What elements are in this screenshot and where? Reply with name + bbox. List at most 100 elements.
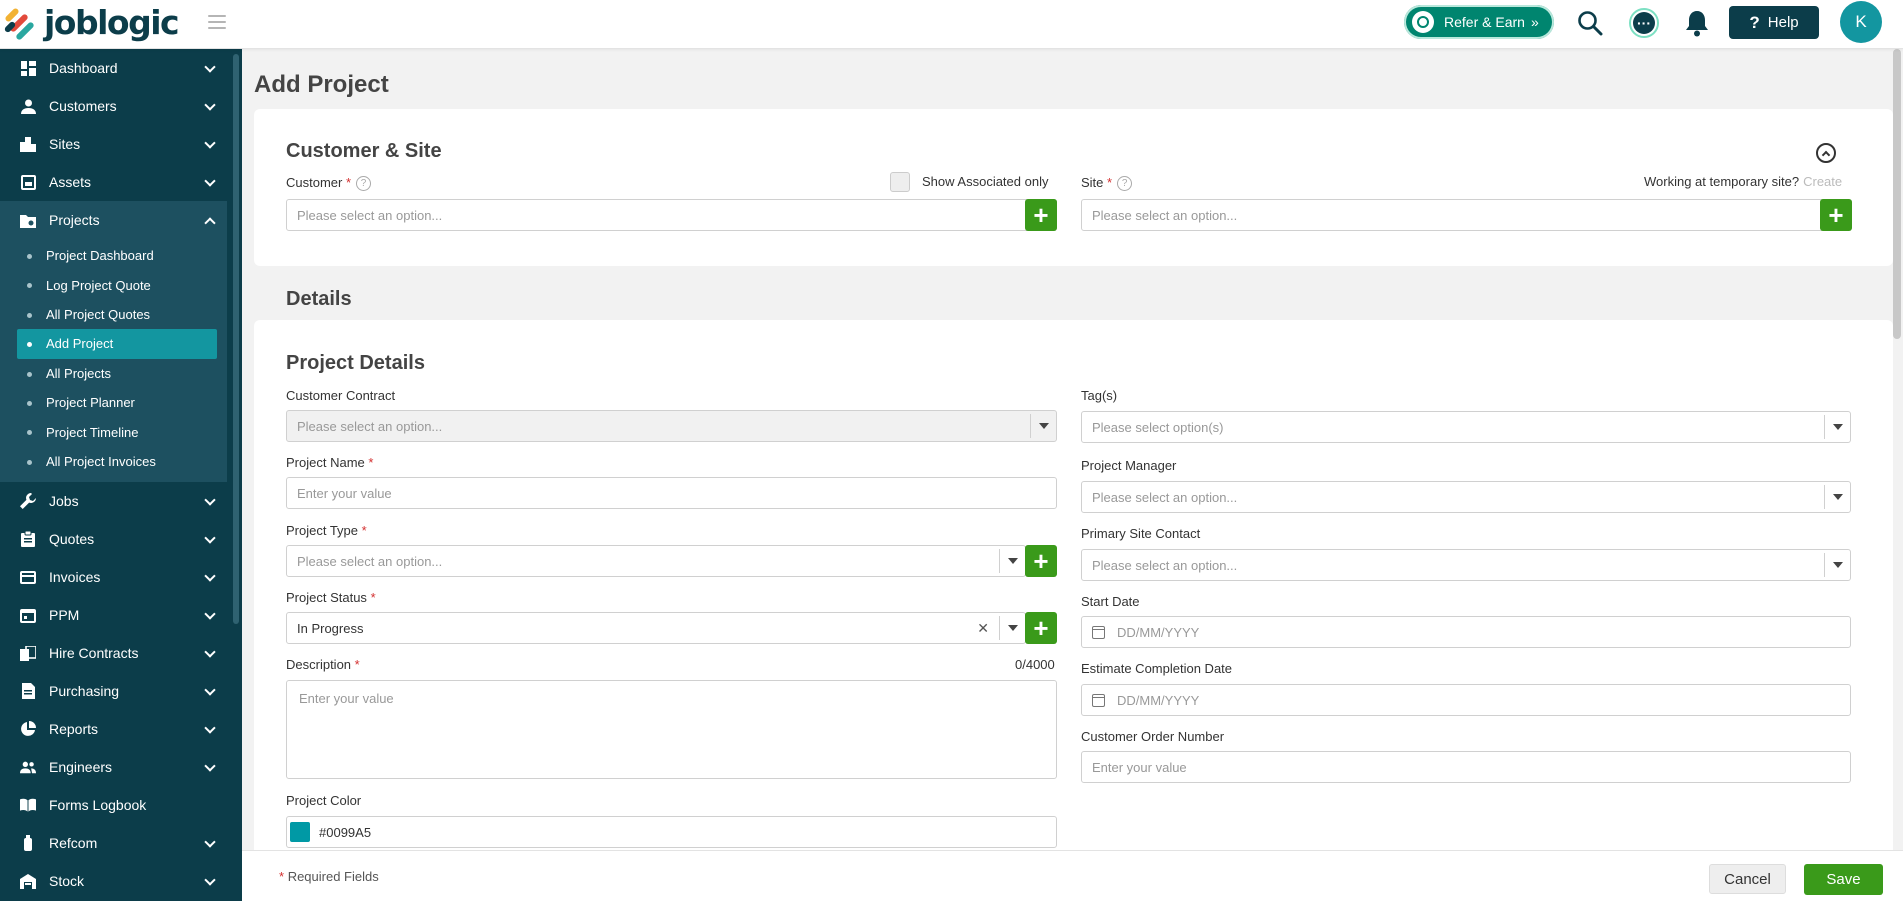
save-button[interactable]: Save: [1804, 864, 1883, 895]
search-icon[interactable]: [1573, 6, 1607, 40]
description-counter: 0/4000: [1015, 657, 1055, 672]
sidebar-item-engineers[interactable]: Engineers: [0, 748, 242, 786]
help-circle-icon[interactable]: ?: [356, 176, 372, 191]
caret-down-icon[interactable]: [1824, 485, 1850, 509]
show-associated-checkbox[interactable]: [890, 172, 910, 192]
chevron-down-icon: [204, 99, 216, 111]
sidebar-subitem-log-project-quote[interactable]: Log Project Quote: [17, 270, 217, 299]
notification-bell-icon[interactable]: [1680, 6, 1714, 40]
sidebar-item-invoices[interactable]: Invoices: [0, 558, 242, 596]
customer-select[interactable]: Please select an option...: [286, 199, 1057, 231]
chevron-down-icon: [204, 532, 216, 544]
primary-site-contact-select[interactable]: Please select an option...: [1081, 549, 1851, 581]
sidebar-item-ppm[interactable]: PPM: [0, 596, 242, 634]
refer-icon: [1412, 11, 1434, 33]
main-content: Add Project Customer & Site Customer *? …: [242, 49, 1903, 901]
project-name-input[interactable]: Enter your value: [286, 477, 1057, 509]
sidebar-item-label: Stock: [49, 873, 85, 890]
project-color-label: Project Color: [286, 793, 362, 808]
sidebar-item-dashboard[interactable]: Dashboard: [0, 49, 242, 87]
add-site-button[interactable]: +: [1820, 199, 1852, 231]
pie-chart-icon: [20, 721, 36, 737]
calendar-icon[interactable]: [1092, 625, 1105, 639]
customer-contract-select[interactable]: Please select an option...: [286, 410, 1057, 442]
projects-icon: [20, 212, 36, 228]
estimate-completion-label: Estimate Completion Date: [1081, 661, 1233, 676]
sidebar-subitem-all-projects[interactable]: All Projects: [17, 359, 217, 388]
sidebar-item-label: Invoices: [49, 569, 101, 586]
caret-down-icon[interactable]: [999, 549, 1025, 573]
page-scrollbar[interactable]: [1893, 49, 1901, 339]
color-swatch[interactable]: [290, 822, 310, 842]
caret-down-icon[interactable]: [1824, 415, 1850, 439]
sidebar-item-label: Forms Logbook: [49, 797, 147, 814]
menu-toggle-icon[interactable]: [208, 15, 226, 29]
sidebar-item-customers[interactable]: Customers: [0, 87, 242, 125]
cancel-button[interactable]: Cancel: [1709, 864, 1786, 894]
description-textarea[interactable]: Enter your value: [286, 680, 1057, 779]
add-customer-button[interactable]: +: [1025, 199, 1057, 231]
project-manager-select[interactable]: Please select an option...: [1081, 481, 1851, 513]
user-avatar[interactable]: K: [1840, 1, 1882, 43]
sidebar-item-purchasing[interactable]: Purchasing: [0, 672, 242, 710]
joblogic-logo[interactable]: joblogic: [2, 3, 180, 43]
sidebar-subitem-project-timeline[interactable]: Project Timeline: [17, 417, 217, 446]
caret-down-icon[interactable]: [999, 616, 1025, 640]
double-chevron-right-icon: »: [1530, 14, 1539, 30]
help-label: Help: [1767, 14, 1799, 31]
help-circle-icon[interactable]: ?: [1117, 176, 1133, 191]
project-name-label: Project Name *: [286, 455, 374, 470]
project-status-select[interactable]: In Progress ✕: [286, 612, 1026, 644]
refer-and-earn-button[interactable]: Refer & Earn »: [1404, 5, 1554, 39]
tags-label: Tag(s): [1081, 388, 1118, 403]
hire-icon: [20, 645, 36, 661]
refer-label: Refer & Earn: [1444, 14, 1525, 30]
estimate-completion-input[interactable]: DD/MM/YYYY: [1081, 684, 1851, 716]
create-temporary-site-link[interactable]: Create: [1803, 174, 1842, 189]
chevron-down-icon: [204, 874, 216, 886]
add-project-status-button[interactable]: +: [1025, 612, 1057, 644]
project-color-input[interactable]: #0099A5: [286, 816, 1057, 848]
project-type-select[interactable]: Please select an option...: [286, 545, 1026, 577]
sidebar-item-quotes[interactable]: Quotes: [0, 520, 242, 558]
sidebar-item-forms-logbook[interactable]: Forms Logbook: [0, 786, 242, 824]
chevron-down-icon: [204, 646, 216, 658]
help-button[interactable]: ? Help: [1729, 6, 1819, 39]
chat-icon[interactable]: ···: [1627, 6, 1661, 40]
sidebar-item-assets[interactable]: Assets: [0, 163, 242, 201]
sidebar-item-reports[interactable]: Reports: [0, 710, 242, 748]
start-date-label: Start Date: [1081, 594, 1140, 609]
dashboard-icon: [20, 60, 36, 76]
start-date-input[interactable]: DD/MM/YYYY: [1081, 616, 1851, 648]
tags-select[interactable]: Please select option(s): [1081, 411, 1851, 443]
chevron-down-icon: [204, 175, 216, 187]
sidebar-item-jobs[interactable]: Jobs: [0, 482, 242, 520]
clipboard-icon: [20, 531, 36, 548]
sidebar-item-sites[interactable]: Sites: [0, 125, 242, 163]
sidebar-item-stock[interactable]: Stock: [0, 862, 242, 900]
required-fields-note: * Required Fields: [279, 869, 379, 884]
sidebar-item-label: Assets: [49, 174, 92, 190]
sidebar-subitem-project-planner[interactable]: Project Planner: [17, 388, 217, 417]
sidebar-item-label: Hire Contracts: [49, 645, 139, 662]
add-project-type-button[interactable]: +: [1025, 545, 1057, 577]
customer-order-input[interactable]: Enter your value: [1081, 751, 1851, 783]
site-select[interactable]: Please select an option...: [1081, 199, 1851, 231]
caret-down-icon[interactable]: [1824, 553, 1850, 577]
sidebar-subitem-add-project[interactable]: Add Project: [17, 329, 217, 359]
caret-down-icon[interactable]: [1030, 414, 1056, 438]
calendar-icon[interactable]: [1092, 693, 1105, 707]
sidebar-item-refcom[interactable]: Refcom: [0, 824, 242, 862]
sidebar-item-label: Refcom: [49, 835, 98, 852]
primary-site-contact-label: Primary Site Contact: [1081, 526, 1201, 541]
sidebar-subitem-all-project-quotes[interactable]: All Project Quotes: [17, 300, 217, 329]
sidebar-subitem-all-project-invoices[interactable]: All Project Invoices: [17, 447, 217, 476]
chevron-down-icon: [204, 722, 216, 734]
user-icon: [20, 98, 36, 114]
sidebar-item-label: Sites: [49, 136, 81, 152]
collapse-up-icon[interactable]: [1816, 143, 1836, 163]
sidebar-item-hire-contracts[interactable]: Hire Contracts: [0, 634, 242, 672]
sidebar-item-projects[interactable]: Projects: [0, 201, 227, 239]
sidebar-subitem-project-dashboard[interactable]: Project Dashboard: [17, 241, 217, 270]
clear-icon[interactable]: ✕: [977, 620, 989, 637]
